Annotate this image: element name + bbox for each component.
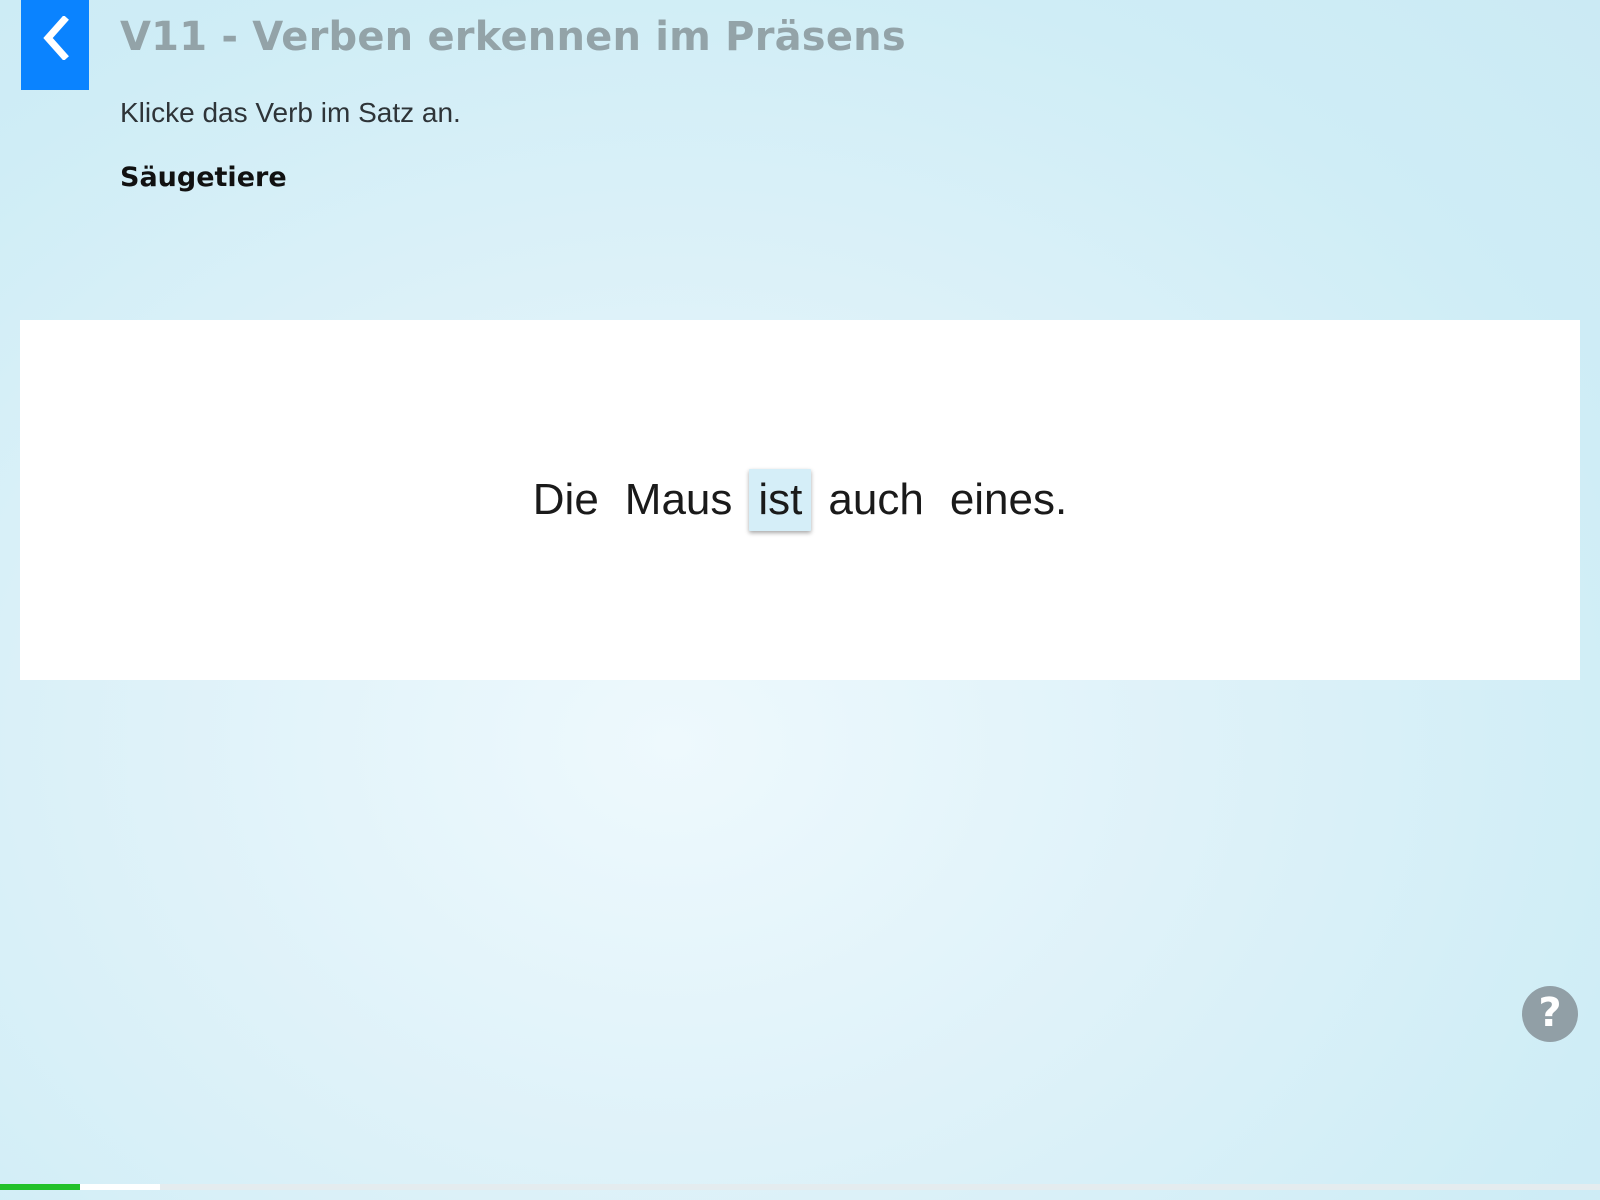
progress-segment-current xyxy=(80,1184,160,1190)
progress-bar xyxy=(0,1184,1600,1190)
progress-segment-completed xyxy=(0,1184,80,1190)
task-card: Die Maus ist auch eines. xyxy=(20,320,1580,680)
word-auch[interactable]: auch xyxy=(819,469,932,531)
instruction-text: Klicke das Verb im Satz an. xyxy=(120,97,461,128)
word-eines[interactable]: eines. xyxy=(941,469,1076,531)
word-ist[interactable]: ist xyxy=(749,469,812,531)
chevron-left-icon xyxy=(43,16,69,60)
question-mark-icon: ? xyxy=(1538,990,1562,1036)
page-title: V11 - Verben erkennen im Präsens xyxy=(120,14,906,60)
sentence: Die Maus ist auch eines. xyxy=(524,469,1076,531)
topic-heading: Säugetiere xyxy=(120,162,287,193)
word-maus[interactable]: Maus xyxy=(616,469,742,531)
help-button[interactable]: ? xyxy=(1522,986,1578,1042)
back-button[interactable] xyxy=(21,0,89,90)
word-die[interactable]: Die xyxy=(524,469,608,531)
